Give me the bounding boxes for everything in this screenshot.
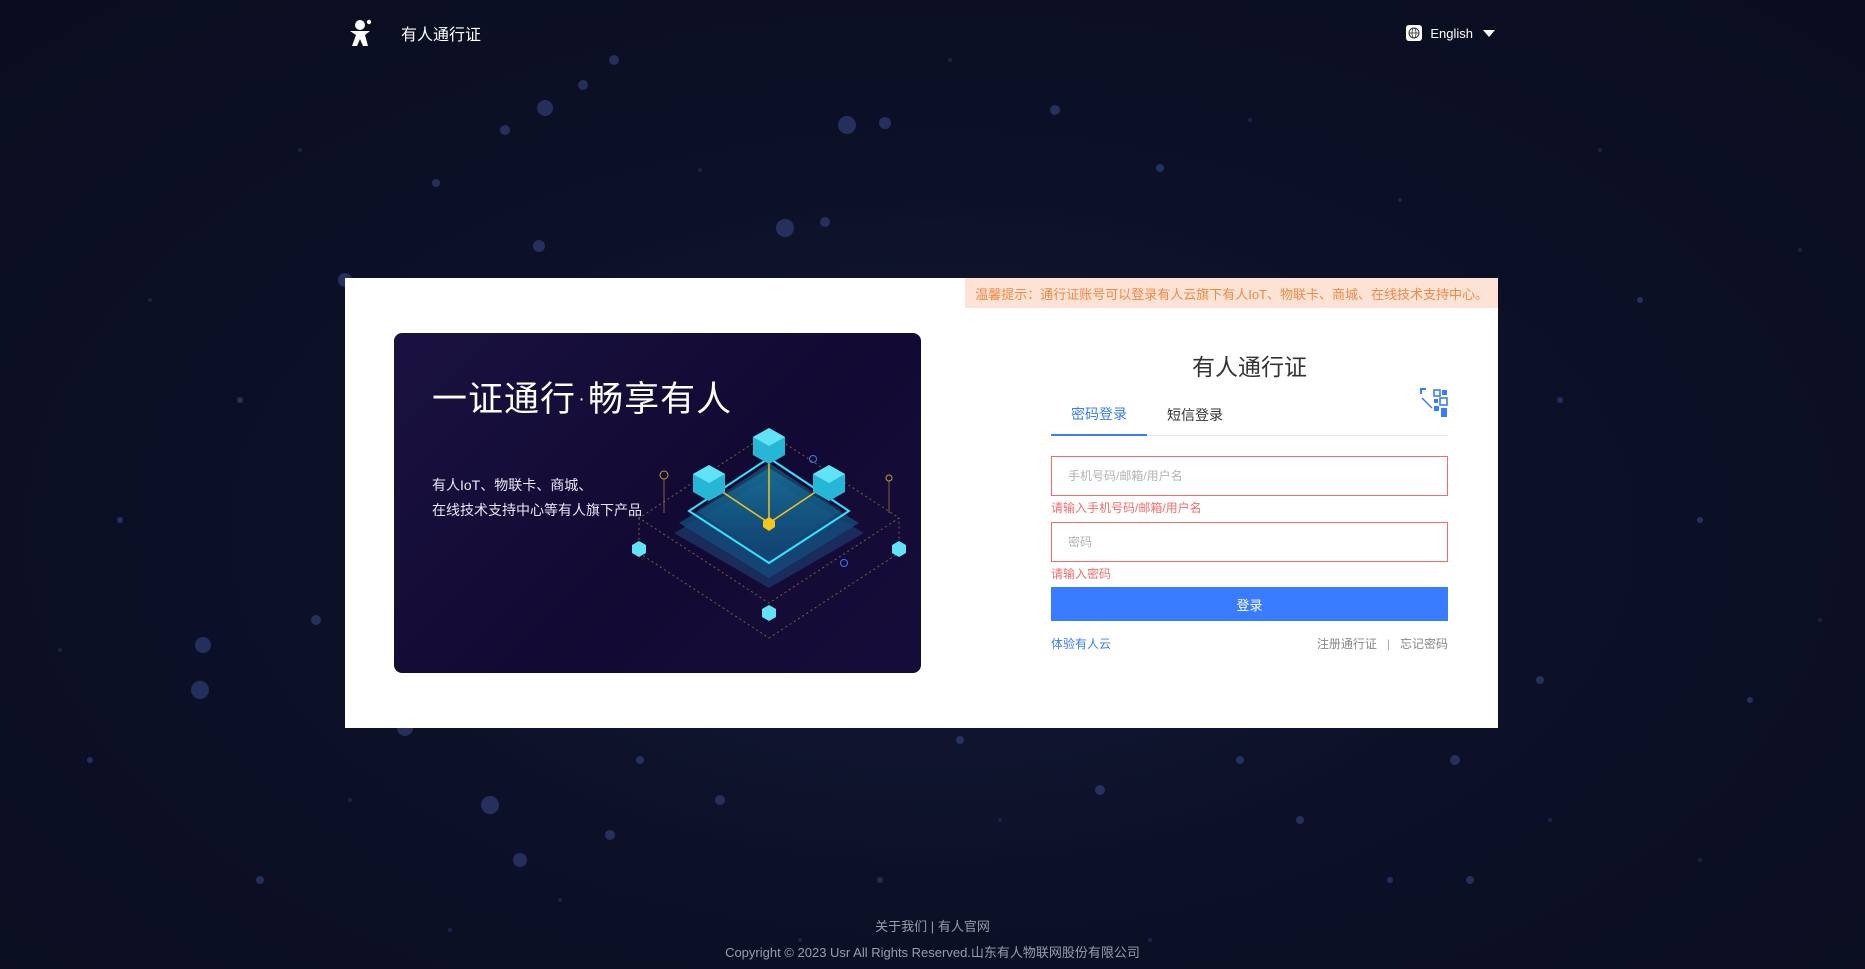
- account-error: 请输入手机号码/邮箱/用户名: [1051, 501, 1202, 515]
- login-card: 温馨提示：通行证账号可以登录有人云旗下有人IoT、物联卡、商城、在线技术支持中心…: [345, 278, 1498, 728]
- login-tabs: 密码登录 短信登录: [1051, 388, 1448, 436]
- password-input[interactable]: [1066, 534, 1433, 550]
- banner-title: 一证通行·畅享有人: [432, 380, 733, 420]
- password-error: 请输入密码: [1051, 567, 1112, 581]
- register-link[interactable]: 注册通行证: [1317, 635, 1377, 652]
- qr-code-icon[interactable]: [1420, 388, 1448, 418]
- account-input[interactable]: [1066, 468, 1433, 484]
- copyright: Copyright © 2023 Usr All Rights Reserved…: [725, 945, 1140, 960]
- account-field[interactable]: [1051, 456, 1448, 496]
- language-label: English: [1430, 25, 1473, 41]
- link-separator: |: [1386, 636, 1390, 651]
- banner-subtitle-line1: 有人IoT、物联卡、商城、: [432, 477, 593, 493]
- login-form: 有人通行证 密码登录 短信登录 请输入手机号码/邮: [1051, 348, 1448, 652]
- trial-link[interactable]: 体验有人云: [1051, 635, 1111, 652]
- login-links: 体验有人云 注册通行证 | 忘记密码: [1051, 635, 1448, 652]
- footer: 关于我们 | 有人官网 Copyright © 2023 Usr All Rig…: [0, 916, 1865, 961]
- official-site-link[interactable]: 有人官网: [938, 919, 990, 934]
- language-switcher[interactable]: English: [1406, 25, 1495, 41]
- login-title: 有人通行证: [1192, 354, 1307, 380]
- login-button[interactable]: 登录: [1051, 587, 1448, 621]
- footer-divider: |: [930, 919, 935, 934]
- top-bar: 有人通行证 English: [345, 10, 1495, 56]
- brand-name: 有人通行证: [401, 27, 482, 44]
- promo-banner: 一证通行·畅享有人 有人IoT、物联卡、商城、 在线技术支持中心等有人旗下产品: [394, 333, 921, 673]
- iot-platform-illustration: [632, 428, 906, 639]
- usr-logo-icon: [345, 16, 379, 50]
- forgot-password-link[interactable]: 忘记密码: [1400, 635, 1448, 652]
- banner-subtitle: 有人IoT、物联卡、商城、 在线技术支持中心等有人旗下产品: [432, 473, 642, 523]
- chevron-down-icon: [1483, 29, 1495, 37]
- notice-banner: 温馨提示：通行证账号可以登录有人云旗下有人IoT、物联卡、商城、在线技术支持中心…: [965, 278, 1498, 308]
- banner-subtitle-line2: 在线技术支持中心等有人旗下产品: [432, 502, 642, 518]
- footer-links: 关于我们 | 有人官网: [0, 916, 1865, 936]
- account-links: 注册通行证 | 忘记密码: [1317, 635, 1448, 652]
- about-us-link[interactable]: 关于我们: [875, 919, 927, 934]
- tab-password-login[interactable]: 密码登录: [1051, 404, 1147, 436]
- globe-icon: [1406, 25, 1423, 41]
- tab-sms-login[interactable]: 短信登录: [1147, 405, 1243, 435]
- password-field[interactable]: [1051, 522, 1448, 562]
- brand[interactable]: 有人通行证: [345, 16, 481, 50]
